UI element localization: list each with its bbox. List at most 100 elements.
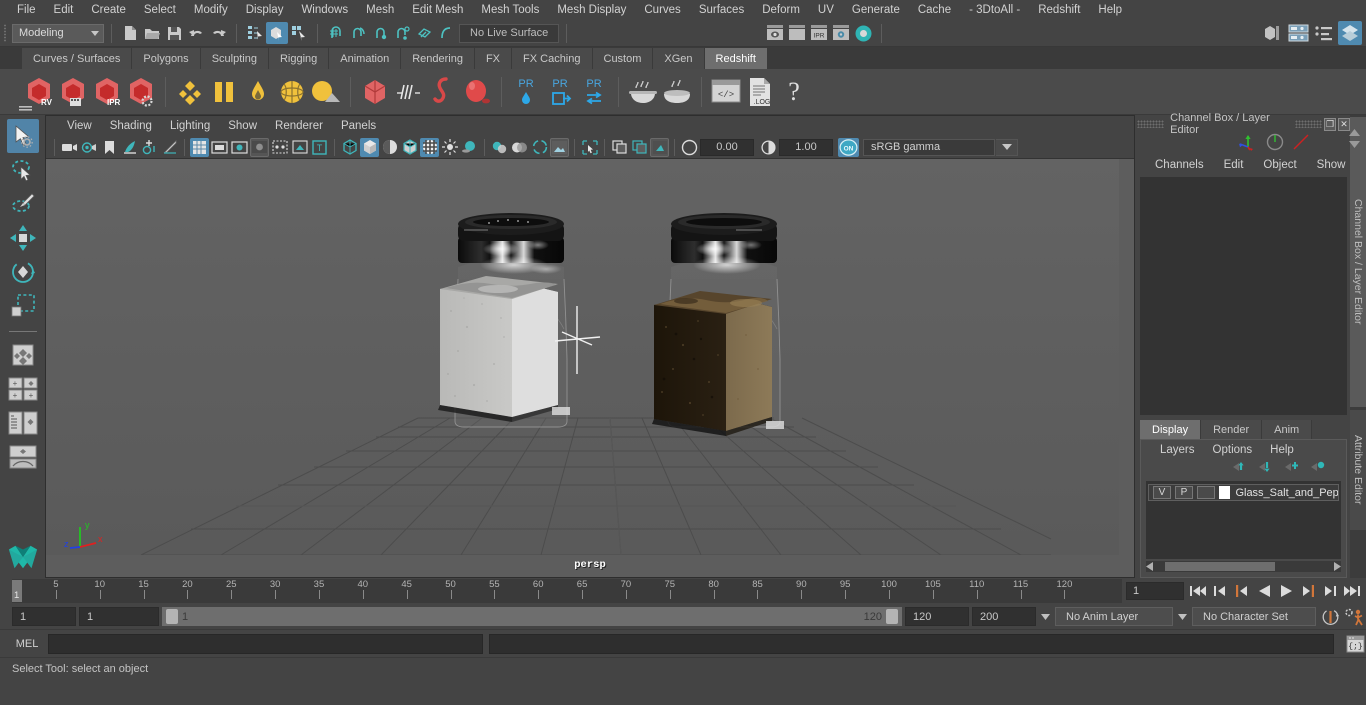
wireframe-shading-icon[interactable] xyxy=(340,138,359,157)
menu-mesh-display[interactable]: Mesh Display xyxy=(548,0,635,20)
step-back-keyframe-icon[interactable] xyxy=(1210,581,1230,601)
make-live-icon[interactable] xyxy=(435,22,457,44)
redshift-bake-icon[interactable] xyxy=(626,72,660,112)
menu-redshift[interactable]: Redshift xyxy=(1029,0,1089,20)
redshift-hair-icon[interactable] xyxy=(392,72,426,112)
select-by-object-icon[interactable] xyxy=(266,22,288,44)
gamma-icon[interactable] xyxy=(759,138,778,157)
panel-undock-button[interactable]: ❐ xyxy=(1324,117,1337,131)
paint-select-tool-icon[interactable] xyxy=(7,187,39,221)
layer-playback-toggle[interactable]: P xyxy=(1174,486,1193,499)
current-frame-field[interactable]: 1 xyxy=(1126,582,1184,600)
viewport-menu-renderer[interactable]: Renderer xyxy=(266,120,332,132)
redshift-proxy-icon[interactable] xyxy=(358,72,392,112)
status-line-grip[interactable] xyxy=(0,20,10,46)
show-hide-attribute-editor-icon[interactable] xyxy=(1286,21,1310,45)
copy-image-icon[interactable] xyxy=(630,138,649,157)
textured-icon[interactable] xyxy=(420,137,439,157)
menu-modify[interactable]: Modify xyxy=(185,0,237,20)
vertical-tab-channel-box[interactable]: Channel Box / Layer Editor xyxy=(1350,117,1366,407)
layer-list-horizontal-scrollbar[interactable] xyxy=(1146,561,1341,572)
shelf-tab-rendering[interactable]: Rendering xyxy=(401,48,475,69)
shelf-menu-icon[interactable] xyxy=(18,101,34,113)
command-input[interactable] xyxy=(48,633,483,654)
grid-toggle-icon[interactable] xyxy=(190,137,209,157)
resolution-gate-icon[interactable] xyxy=(230,138,249,157)
redshift-log-icon[interactable]: .LOG xyxy=(743,72,777,112)
texture-borders-icon[interactable]: T xyxy=(310,138,329,157)
command-language-label[interactable]: MEL xyxy=(12,638,42,650)
channel-box-list[interactable] xyxy=(1140,177,1347,415)
redshift-pr-lens-icon[interactable]: PR xyxy=(509,72,543,112)
show-hide-channel-box-icon[interactable] xyxy=(1338,21,1362,45)
menu-generate[interactable]: Generate xyxy=(843,0,909,20)
create-new-layer-icon[interactable] xyxy=(1284,460,1300,478)
menu-display[interactable]: Display xyxy=(237,0,293,20)
menu-select[interactable]: Select xyxy=(135,0,185,20)
hypershade-icon[interactable] xyxy=(852,22,874,44)
grease-pencil-icon[interactable] xyxy=(160,138,179,157)
auto-keyframe-toggle-icon[interactable] xyxy=(1319,606,1341,628)
menu-create[interactable]: Create xyxy=(82,0,135,20)
isolate-select-icon[interactable] xyxy=(580,138,599,157)
layer-menu-layers[interactable]: Layers xyxy=(1151,444,1204,456)
redshift-material-icon[interactable] xyxy=(173,72,207,112)
image-plane-icon[interactable] xyxy=(120,138,139,157)
shelf-tab-fx-caching[interactable]: FX Caching xyxy=(512,48,593,69)
exposure-icon[interactable] xyxy=(680,138,699,157)
shelf-tab-curves-surfaces[interactable]: Curves / Surfaces xyxy=(22,48,133,69)
redo-icon[interactable] xyxy=(207,22,229,44)
show-hide-modeling-toolkit-icon[interactable] xyxy=(1260,21,1284,45)
command-output[interactable] xyxy=(489,633,1334,654)
viewport-menu-shading[interactable]: Shading xyxy=(101,120,161,132)
save-scene-icon[interactable] xyxy=(163,22,185,44)
playback-end-time-field[interactable]: 120 xyxy=(905,607,969,626)
range-left-handle[interactable] xyxy=(166,609,178,624)
channel-menu-show[interactable]: Show xyxy=(1307,159,1356,171)
scroll-right-arrow-icon[interactable] xyxy=(1332,558,1341,576)
viewport-render-icon[interactable] xyxy=(550,137,569,157)
menu-file[interactable]: File xyxy=(8,0,45,20)
animation-start-time-field[interactable]: 1 xyxy=(12,607,76,626)
animation-preferences-icon[interactable] xyxy=(1344,606,1366,628)
menu-edit[interactable]: Edit xyxy=(45,0,83,20)
outliner-persp-layout-icon[interactable] xyxy=(7,406,39,440)
viewport-menu-lighting[interactable]: Lighting xyxy=(161,120,219,132)
smooth-shade-flat-icon[interactable] xyxy=(380,138,399,157)
channel-menu-channels[interactable]: Channels xyxy=(1145,159,1214,171)
multisample-aa-icon[interactable] xyxy=(530,138,549,157)
vertical-tab-attribute-editor[interactable]: Attribute Editor xyxy=(1350,410,1366,530)
redshift-light-dome-icon[interactable] xyxy=(241,72,275,112)
viewport-menu-panels[interactable]: Panels xyxy=(332,120,385,132)
menu-surfaces[interactable]: Surfaces xyxy=(690,0,753,20)
redshift-script-icon[interactable]: </> xyxy=(709,72,743,112)
channel-menu-object[interactable]: Object xyxy=(1253,159,1306,171)
shelf-tab-sculpting[interactable]: Sculpting xyxy=(200,48,269,69)
panel-close-button[interactable]: ✕ xyxy=(1338,117,1350,131)
viewport-menu-view[interactable]: View xyxy=(58,120,101,132)
step-forward-keyframe-icon[interactable] xyxy=(1320,581,1340,601)
layer-tab-render[interactable]: Render xyxy=(1201,420,1263,439)
snap-to-grid-icon[interactable] xyxy=(325,22,347,44)
smooth-shade-all-icon[interactable] xyxy=(360,137,379,157)
anim-layer-dropdown[interactable]: No Anim Layer xyxy=(1055,607,1173,626)
motion-blur-icon[interactable] xyxy=(510,138,529,157)
snap-to-curve-icon[interactable] xyxy=(347,22,369,44)
menu-edit-mesh[interactable]: Edit Mesh xyxy=(403,0,472,20)
use-default-lighting-icon[interactable] xyxy=(440,138,459,157)
redshift-ipr-icon[interactable]: IPR xyxy=(90,72,124,112)
go-to-end-icon[interactable] xyxy=(1342,581,1362,601)
screen-space-ao-icon[interactable] xyxy=(490,138,509,157)
playback-start-time-field[interactable]: 1 xyxy=(79,607,159,626)
exposure-copy-icon[interactable] xyxy=(610,138,629,157)
scrollbar-thumb[interactable] xyxy=(1165,562,1275,571)
layer-list[interactable]: V P Glass_Salt_and_Peppe xyxy=(1146,481,1341,559)
shelf-tab-fx[interactable]: FX xyxy=(474,48,513,69)
menu-deform[interactable]: Deform xyxy=(753,0,809,20)
range-right-handle[interactable] xyxy=(886,609,898,624)
redshift-sphere-light-icon[interactable] xyxy=(275,72,309,112)
render-settings-icon[interactable] xyxy=(830,22,852,44)
live-surface-field[interactable]: No Live Surface xyxy=(459,23,560,43)
four-view-layout-icon[interactable] xyxy=(7,338,39,372)
chevron-down-icon-2[interactable] xyxy=(1176,607,1189,626)
